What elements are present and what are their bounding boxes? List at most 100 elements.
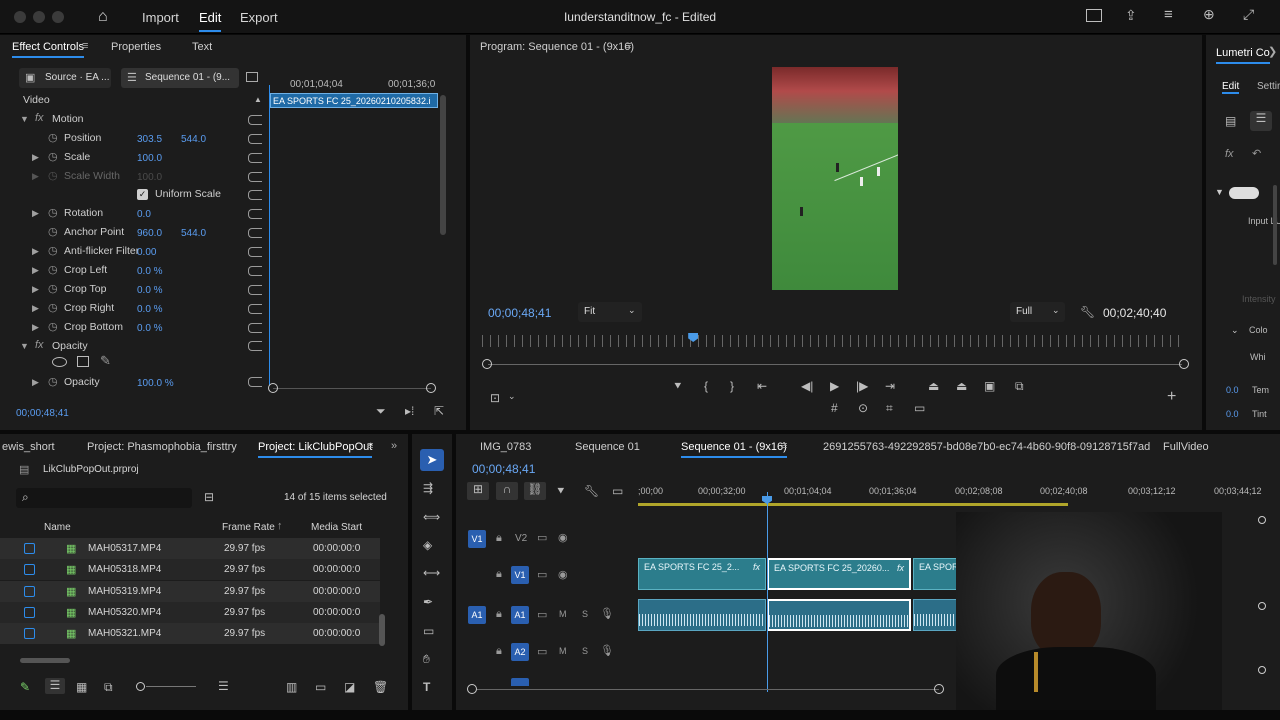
rotation-stopwatch-icon[interactable]: ◷	[48, 206, 58, 219]
fx-icon[interactable]: fx	[35, 112, 44, 124]
rectangle-mask-icon[interactable]	[77, 356, 89, 367]
eye-icon[interactable]: ◉	[558, 531, 568, 544]
reset-scale-width-icon[interactable]	[248, 172, 262, 182]
safe-margins-icon[interactable]: #	[831, 401, 838, 415]
list-view-icon[interactable]: ☰	[45, 678, 65, 694]
ec-playhead[interactable]	[269, 85, 270, 385]
sort-ascending-icon[interactable]: ↑	[277, 520, 283, 532]
tab-properties[interactable]: Properties	[111, 41, 161, 53]
sync-lock-icon[interactable]: ▭	[537, 608, 547, 621]
timeline-playhead[interactable]	[767, 492, 768, 692]
menu-import[interactable]: Import	[142, 10, 179, 25]
antiflicker-value[interactable]: 0.00	[137, 247, 156, 258]
play-audio-icon[interactable]: ▸⁞	[405, 404, 414, 418]
add-marker-icon[interactable]: ⯆	[556, 484, 566, 499]
pen-tool-icon[interactable]: ✒	[423, 595, 433, 609]
mute-button[interactable]: M	[559, 609, 567, 619]
uniform-scale-checkbox[interactable]: ✓	[137, 189, 148, 200]
opacity-value-twirl-icon[interactable]: ▶	[32, 377, 39, 388]
chevron-down-icon[interactable]: ▼	[1215, 187, 1224, 197]
audio-clip-2[interactable]	[767, 599, 911, 631]
timeline-timecode[interactable]: 00;00;48;41	[472, 462, 535, 476]
source-a1-patch[interactable]: A1	[468, 606, 486, 624]
crop-top-value[interactable]: 0.0 %	[137, 285, 163, 296]
reset-crop-right-icon[interactable]	[248, 304, 262, 314]
write-icon[interactable]: ✎	[20, 680, 30, 694]
trash-icon[interactable]: 🗑︎	[373, 680, 388, 694]
zoom-icon[interactable]: ⊕	[1203, 6, 1215, 23]
reset-uniform-icon[interactable]	[248, 190, 262, 200]
ec-zoom-handle-right[interactable]	[426, 383, 436, 393]
track-v1-label[interactable]: V1	[511, 566, 529, 584]
tab-text[interactable]: Text	[192, 41, 212, 53]
lumetri-tab-edit[interactable]: Edit	[1222, 81, 1240, 94]
a-scroll-handle-bottom[interactable]	[1258, 666, 1266, 674]
lumetri-reset-icon[interactable]: ↶	[1252, 147, 1261, 160]
new-bin-icon[interactable]: ▭	[315, 680, 326, 694]
rectangle-tool-icon[interactable]: ▭	[423, 624, 434, 638]
chevron-down-icon[interactable]: ⌄	[508, 391, 516, 402]
snap-icon[interactable]: ∩	[496, 482, 518, 500]
crop-bottom-twirl-icon[interactable]: ▶	[32, 322, 39, 333]
slip-tool-icon[interactable]: ⟷	[423, 566, 440, 580]
ec-scrollbar[interactable]	[440, 95, 446, 235]
tab-fullvideo[interactable]: FullVideo	[1163, 441, 1209, 453]
scale-twirl-icon[interactable]: ▶	[32, 152, 39, 163]
lock-icon[interactable]: 🔒︎	[496, 608, 502, 621]
camera-icon[interactable]: ⊙	[858, 401, 868, 415]
filter-icon[interactable]: ⏷	[376, 404, 386, 419]
vr-icon[interactable]: ▭	[914, 401, 925, 415]
column-frame-rate[interactable]: Frame Rate	[222, 522, 275, 533]
reset-antiflicker-icon[interactable]	[248, 247, 262, 257]
toggle-timeline-icon[interactable]	[246, 72, 258, 82]
timeline-zoom-track[interactable]	[477, 689, 939, 690]
project-row[interactable]: ▦ MAH05318.MP4 29.97 fps 00:00:00:0	[0, 559, 380, 581]
insert-icon[interactable]: ▣	[984, 379, 995, 393]
automate-sequence-icon[interactable]: ▥	[286, 680, 297, 694]
reset-rotation-icon[interactable]	[248, 209, 262, 219]
track-a1-label[interactable]: A1	[511, 606, 529, 624]
crop-left-twirl-icon[interactable]: ▶	[32, 265, 39, 276]
column-media-start[interactable]: Media Start	[311, 522, 362, 533]
scale-width-twirl-icon[interactable]: ▶	[32, 171, 39, 182]
icon-view-icon[interactable]: ▦	[76, 680, 87, 694]
column-name[interactable]: Name	[44, 522, 71, 533]
solo-button[interactable]: S	[582, 646, 588, 656]
export-icon[interactable]: ⇱	[434, 404, 444, 418]
window-minimize-button[interactable]	[33, 11, 45, 23]
crop-left-stopwatch-icon[interactable]: ◷	[48, 263, 58, 276]
extract-icon[interactable]: ⏏︎	[956, 379, 967, 393]
menu-export[interactable]: Export	[240, 10, 278, 25]
step-back-icon[interactable]: ◀︎|	[801, 379, 813, 393]
share-icon[interactable]: ⇪	[1125, 7, 1137, 24]
sequence-tab[interactable]: ☰ Sequence 01 - (9...	[121, 68, 239, 88]
tab-sequence-01[interactable]: Sequence 01	[575, 441, 640, 453]
quality-dropdown[interactable]: Full ⌄	[1010, 302, 1065, 322]
rotation-twirl-icon[interactable]: ▶	[32, 208, 39, 219]
program-zoom-handle-left[interactable]	[482, 359, 492, 369]
a-scroll-handle-top[interactable]	[1258, 602, 1266, 610]
mute-button[interactable]: M	[559, 646, 567, 656]
tab-phasmophobia[interactable]: Project: Phasmophobia_firsttry	[87, 441, 237, 453]
microphone-icon[interactable]: 🎙︎	[600, 607, 614, 620]
ripple-edit-tool-icon[interactable]: ⟺	[423, 510, 440, 524]
temperature-value[interactable]: 0.0	[1226, 385, 1239, 395]
antiflicker-stopwatch-icon[interactable]: ◷	[48, 244, 58, 257]
ec-zoom-handle-left[interactable]	[268, 383, 278, 393]
project-row[interactable]: ▦ MAH05317.MP4 29.97 fps 00:00:00:0	[0, 538, 380, 559]
eye-icon[interactable]: ◉	[558, 568, 568, 581]
rotation-value[interactable]: 0.0	[137, 209, 151, 220]
label-color-swatch[interactable]	[24, 628, 35, 640]
motion-twirl-icon[interactable]: ▼	[20, 114, 29, 124]
trim-icon[interactable]: ⌗	[886, 401, 893, 416]
menu-edit[interactable]: Edit	[199, 10, 222, 32]
program-zoom-handle-right[interactable]	[1179, 359, 1189, 369]
scale-stopwatch-icon[interactable]: ◷	[48, 150, 58, 163]
tab-menu-icon[interactable]: ≡	[82, 40, 88, 52]
sync-lock-icon[interactable]: ▭	[537, 531, 547, 544]
crop-bottom-value[interactable]: 0.0 %	[137, 323, 163, 334]
menu-list-icon[interactable]: ≡	[1164, 6, 1173, 23]
fx-toggle[interactable]	[1229, 187, 1259, 199]
ec-zoom-track[interactable]	[273, 388, 431, 389]
tab-effect-controls[interactable]: Effect Controls	[12, 41, 84, 58]
